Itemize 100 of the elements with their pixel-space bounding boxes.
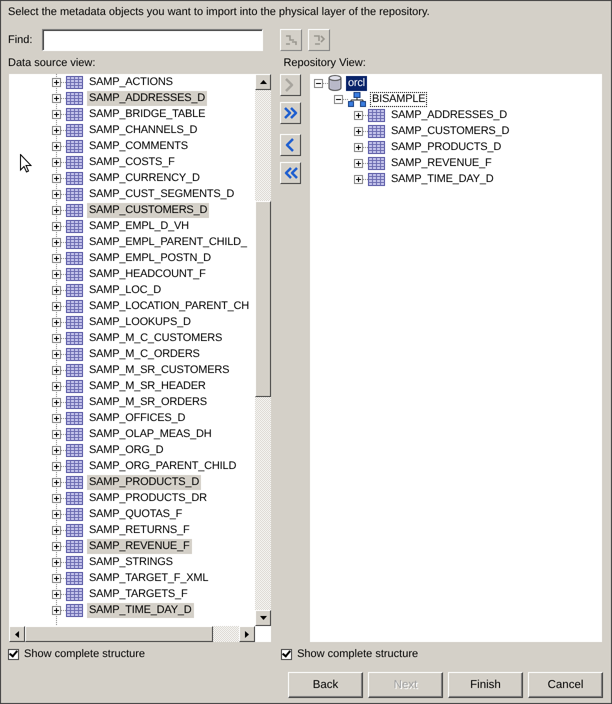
expand-icon[interactable] bbox=[52, 302, 61, 310]
table-item[interactable]: SAMP_PRODUCTS_DR bbox=[87, 490, 209, 506]
expand-icon[interactable] bbox=[52, 158, 61, 166]
expand-icon[interactable] bbox=[52, 350, 61, 358]
table-item[interactable]: SAMP_ACTIONS bbox=[87, 74, 175, 90]
expand-icon[interactable] bbox=[52, 526, 61, 534]
expand-icon[interactable] bbox=[52, 190, 61, 198]
expand-icon[interactable] bbox=[52, 254, 61, 262]
wizard-button[interactable]: Cancel bbox=[528, 672, 603, 698]
expand-icon[interactable] bbox=[52, 462, 61, 470]
expand-icon[interactable] bbox=[52, 94, 61, 102]
expand-icon[interactable] bbox=[52, 382, 61, 390]
expand-icon[interactable] bbox=[52, 430, 61, 438]
table-item[interactable]: SAMP_CURRENCY_D bbox=[87, 170, 202, 186]
expand-icon[interactable] bbox=[52, 606, 61, 614]
scroll-up-icon[interactable] bbox=[255, 74, 271, 90]
expand-icon[interactable] bbox=[52, 366, 61, 374]
table-item[interactable]: SAMP_M_SR_CUSTOMERS bbox=[87, 362, 232, 378]
expand-icon[interactable] bbox=[52, 542, 61, 550]
expand-icon[interactable] bbox=[52, 206, 61, 214]
table-item[interactable]: SAMP_EMPL_PARENT_CHILD_ bbox=[87, 234, 249, 250]
scroll-down-icon[interactable] bbox=[255, 610, 271, 626]
table-item[interactable]: SAMP_CUST_SEGMENTS_D bbox=[87, 186, 236, 202]
table-item[interactable]: SAMP_COSTS_F bbox=[87, 154, 177, 170]
remove-all-button[interactable] bbox=[280, 162, 301, 184]
table-icon bbox=[66, 396, 83, 408]
expand-icon[interactable] bbox=[52, 334, 61, 342]
expand-icon[interactable] bbox=[354, 110, 363, 120]
expand-icon[interactable] bbox=[52, 558, 61, 566]
table-item[interactable]: SAMP_PRODUCTS_D bbox=[87, 474, 202, 490]
table-item[interactable]: SAMP_LOOKUPS_D bbox=[87, 314, 193, 330]
tree-item[interactable]: SAMP_CUSTOMERS_D bbox=[389, 124, 512, 138]
remove-button[interactable] bbox=[280, 134, 301, 156]
table-item[interactable]: SAMP_M_C_CUSTOMERS bbox=[87, 330, 224, 346]
scrollbar-thumb[interactable] bbox=[25, 626, 213, 642]
table-item[interactable]: SAMP_BRIDGE_TABLE bbox=[87, 106, 208, 122]
table-item[interactable]: SAMP_M_SR_HEADER bbox=[87, 378, 208, 394]
table-item[interactable]: SAMP_OLAP_MEAS_DH bbox=[87, 426, 214, 442]
table-item[interactable]: SAMP_ORG_D bbox=[87, 442, 166, 458]
table-item[interactable]: SAMP_M_C_ORDERS bbox=[87, 346, 202, 362]
expand-icon[interactable] bbox=[52, 414, 61, 422]
tree-item[interactable]: SAMP_PRODUCTS_D bbox=[389, 140, 504, 154]
scroll-right-icon[interactable] bbox=[239, 626, 255, 642]
expand-icon[interactable] bbox=[52, 222, 61, 230]
expand-icon[interactable] bbox=[52, 238, 61, 246]
table-item[interactable]: SAMP_TARGETS_F bbox=[87, 586, 190, 602]
expand-icon[interactable] bbox=[52, 174, 61, 182]
table-item[interactable]: SAMP_LOC_D bbox=[87, 282, 163, 298]
expand-icon[interactable] bbox=[52, 446, 61, 454]
expand-icon[interactable] bbox=[334, 94, 343, 104]
expand-icon[interactable] bbox=[52, 478, 61, 486]
expand-icon[interactable] bbox=[354, 158, 363, 168]
expand-icon[interactable] bbox=[52, 590, 61, 598]
expand-icon[interactable] bbox=[52, 142, 61, 150]
tree-item[interactable]: SAMP_REVENUE_F bbox=[389, 156, 494, 170]
wizard-button[interactable]: Back bbox=[288, 672, 363, 698]
table-item[interactable]: SAMP_ADDRESSES_D bbox=[87, 90, 208, 106]
expand-icon[interactable] bbox=[52, 318, 61, 326]
expand-icon[interactable] bbox=[52, 270, 61, 278]
checkbox[interactable] bbox=[8, 648, 19, 660]
expand-icon[interactable] bbox=[52, 494, 61, 502]
table-item[interactable]: SAMP_TARGET_F_XML bbox=[87, 570, 210, 586]
tree-item[interactable]: orcl bbox=[346, 76, 367, 90]
table-item[interactable]: SAMP_OFFICES_D bbox=[87, 410, 188, 426]
expand-icon[interactable] bbox=[354, 126, 363, 136]
expand-icon[interactable] bbox=[354, 174, 363, 184]
wizard-button[interactable]: Finish bbox=[448, 672, 523, 698]
table-item[interactable]: SAMP_M_SR_ORDERS bbox=[87, 394, 209, 410]
expand-icon[interactable] bbox=[314, 78, 323, 88]
table-item[interactable]: SAMP_EMPL_D_VH bbox=[87, 218, 191, 234]
tree-item[interactable]: BISAMPLE bbox=[370, 92, 428, 106]
expand-icon[interactable] bbox=[52, 78, 61, 86]
expand-icon[interactable] bbox=[52, 286, 61, 294]
scroll-left-icon[interactable] bbox=[9, 626, 25, 642]
expand-icon[interactable] bbox=[52, 126, 61, 134]
expand-icon[interactable] bbox=[52, 510, 61, 518]
find-label: Find: bbox=[8, 34, 32, 46]
expand-icon[interactable] bbox=[52, 398, 61, 406]
table-item[interactable]: SAMP_HEADCOUNT_F bbox=[87, 266, 208, 282]
find-field[interactable] bbox=[42, 29, 264, 51]
table-icon bbox=[66, 252, 83, 264]
table-item[interactable]: SAMP_QUOTAS_F bbox=[87, 506, 184, 522]
table-item[interactable]: SAMP_CHANNELS_D bbox=[87, 122, 200, 138]
tree-item[interactable]: SAMP_TIME_DAY_D bbox=[389, 172, 496, 186]
expand-icon[interactable] bbox=[52, 110, 61, 118]
tree-item[interactable]: SAMP_ADDRESSES_D bbox=[389, 108, 510, 122]
table-item[interactable]: SAMP_TIME_DAY_D bbox=[87, 602, 194, 618]
table-item[interactable]: SAMP_LOCATION_PARENT_CH bbox=[87, 298, 252, 314]
table-item[interactable]: SAMP_REVENUE_F bbox=[87, 538, 192, 554]
table-item[interactable]: SAMP_STRINGS bbox=[87, 554, 175, 570]
table-item[interactable]: SAMP_EMPL_POSTN_D bbox=[87, 250, 213, 266]
table-item[interactable]: SAMP_CUSTOMERS_D bbox=[87, 202, 210, 218]
expand-icon[interactable] bbox=[354, 142, 363, 152]
table-item[interactable]: SAMP_RETURNS_F bbox=[87, 522, 192, 538]
checkbox[interactable] bbox=[281, 648, 292, 660]
table-item[interactable]: SAMP_COMMENTS bbox=[87, 138, 190, 154]
expand-icon[interactable] bbox=[52, 574, 61, 582]
scrollbar-thumb[interactable] bbox=[255, 201, 271, 397]
table-item[interactable]: SAMP_ORG_PARENT_CHILD bbox=[87, 458, 238, 474]
add-all-button[interactable] bbox=[280, 102, 301, 124]
